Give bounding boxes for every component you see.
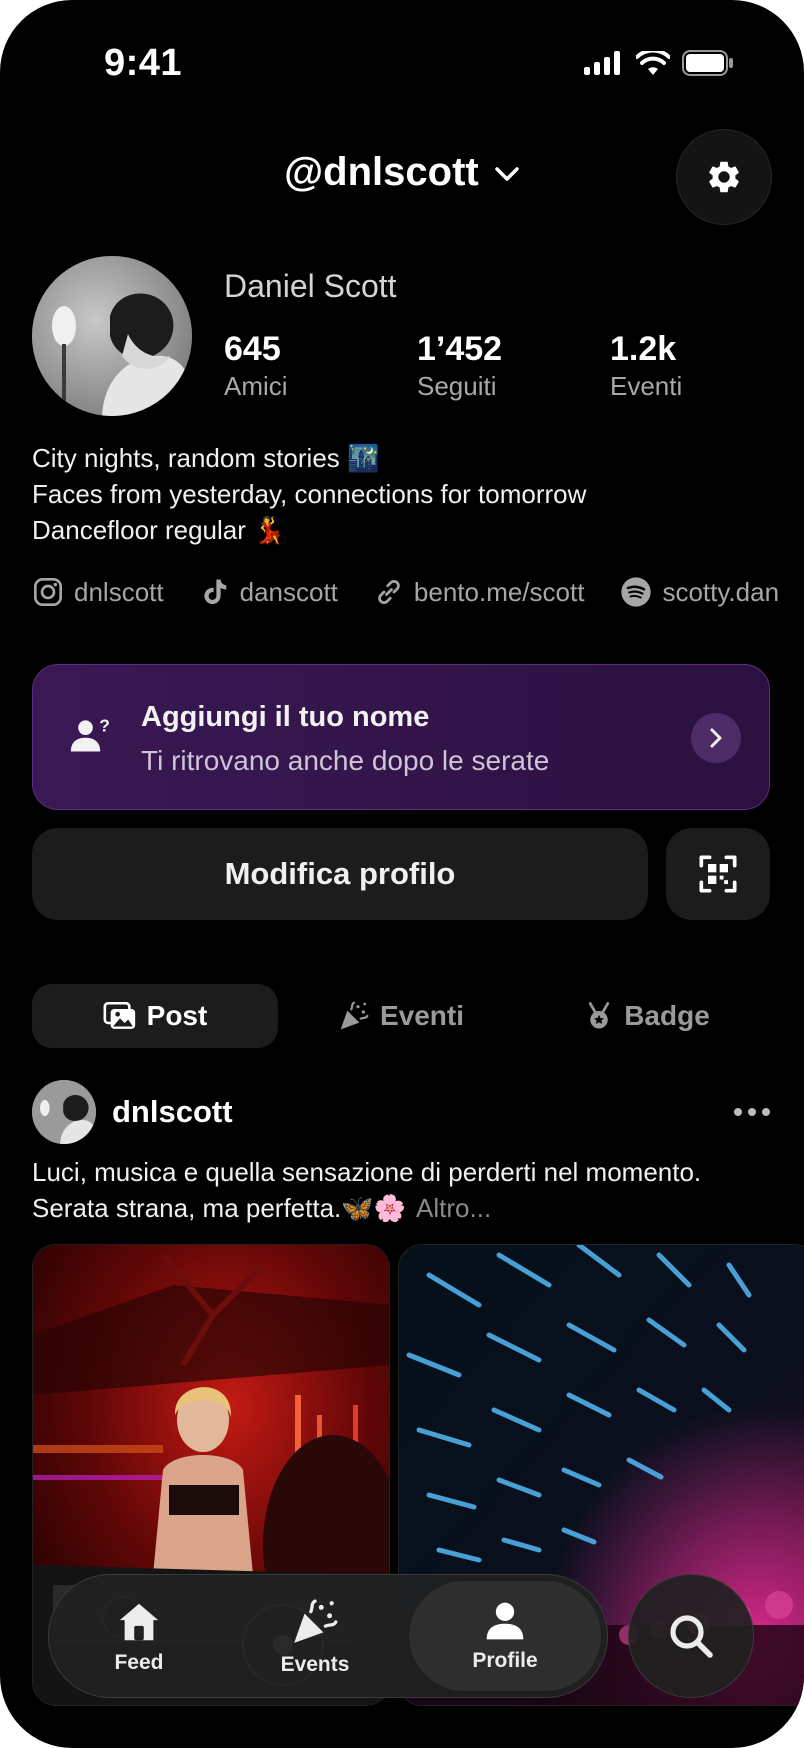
caption-more-link[interactable]: Altro... <box>416 1193 491 1223</box>
party-popper-icon <box>294 1599 338 1643</box>
stat-value: 645 <box>224 330 281 368</box>
link-instagram[interactable]: dnlscott <box>32 576 164 608</box>
post-username[interactable]: dnlscott <box>112 1094 233 1130</box>
battery-icon <box>682 50 733 76</box>
party-popper-icon <box>340 1001 369 1030</box>
qr-code-button[interactable] <box>666 828 770 920</box>
more-dot <box>762 1108 770 1116</box>
post-caption: Luci, musica e quella sensazione di perd… <box>32 1154 772 1226</box>
tab-label: Eventi <box>379 1000 465 1031</box>
nav-events[interactable]: Events <box>245 1575 385 1699</box>
qr-scan-icon <box>699 855 737 893</box>
instagram-icon <box>34 578 62 606</box>
profile-bio: City nights, random stories 🌃 Faces from… <box>32 440 586 548</box>
photos-icon <box>103 1002 135 1029</box>
stat-label: Seguiti <box>417 371 497 401</box>
gear-icon <box>709 161 739 193</box>
status-icons <box>584 50 734 76</box>
profile-handle: @dnlscott <box>284 150 479 194</box>
social-links: dnlscott danscott bento.me/scott scotty.… <box>32 576 804 608</box>
more-dot <box>734 1108 742 1116</box>
wifi-icon <box>636 51 670 75</box>
caption-line: Luci, musica e quella sensazione di perd… <box>32 1157 702 1187</box>
home-icon <box>119 1603 159 1641</box>
more-dot <box>748 1108 756 1116</box>
banner-title: Aggiungi il tuo nome <box>141 701 430 733</box>
nav-profile[interactable]: Profile <box>409 1581 601 1691</box>
nav-label: Feed <box>114 1651 164 1674</box>
search-icon <box>670 1615 713 1658</box>
link-website[interactable]: bento.me/scott <box>374 576 585 608</box>
stat-label: Eventi <box>610 371 683 401</box>
status-time: 9:41 <box>104 42 183 84</box>
nav-feed[interactable]: Feed <box>69 1575 209 1699</box>
link-icon <box>378 579 400 605</box>
tiktok-icon <box>203 579 226 605</box>
person-icon <box>486 1602 524 1640</box>
settings-button[interactable] <box>676 129 772 225</box>
stat-friends[interactable]: 645 Amici <box>224 330 288 402</box>
bio-line: Faces from yesterday, connections for to… <box>32 479 587 509</box>
bottom-nav: Feed Events Profile <box>48 1574 608 1698</box>
stat-events[interactable]: 1.2k Eventi <box>610 330 682 402</box>
person-question-icon: ? <box>70 715 110 752</box>
link-tiktok[interactable]: danscott <box>200 576 338 608</box>
avatar-photo <box>32 256 192 416</box>
link-text: danscott <box>239 576 338 607</box>
post-avatar[interactable] <box>32 1080 96 1144</box>
bio-line: City nights, random stories 🌃 <box>32 443 380 473</box>
stat-label: Amici <box>224 371 288 401</box>
add-name-banner[interactable]: ? Aggiungi il tuo nome Ti ritrovano anch… <box>32 664 770 810</box>
tab-eventi[interactable]: Eventi <box>278 984 524 1048</box>
tab-badge[interactable]: Badge <box>524 984 770 1048</box>
bio-line: Dancefloor regular 💃 <box>32 515 286 545</box>
avatar-photo <box>32 1080 96 1144</box>
post-more-button[interactable] <box>734 1108 770 1116</box>
caption-line-2: Serata strana, ma perfetta.🦋🌸 Altro... <box>32 1190 772 1226</box>
caption-line: Serata strana, ma perfetta.🦋🌸 <box>32 1193 407 1223</box>
banner-chevron-button[interactable] <box>691 713 741 763</box>
stat-following[interactable]: 1’452 Seguiti <box>417 330 502 402</box>
link-text: scotty.dan <box>662 576 780 607</box>
chevron-down-icon <box>495 167 519 182</box>
tab-label: Post <box>146 1000 208 1031</box>
signal-icon <box>584 51 620 75</box>
link-spotify[interactable]: scotty.dan <box>620 576 779 608</box>
nav-label: Events <box>280 1653 350 1676</box>
stat-value: 1’452 <box>417 330 503 368</box>
nav-label: Profile <box>472 1649 538 1672</box>
stat-value: 1.2k <box>610 330 677 368</box>
tab-post[interactable]: Post <box>32 984 278 1048</box>
spotify-icon <box>621 577 652 607</box>
chevron-right-icon <box>710 728 722 748</box>
phone-screen: 9:41 @dnlscott Daniel Scott 645 Amici 1’… <box>0 0 804 1748</box>
medal-icon <box>589 1002 610 1029</box>
link-text: bento.me/scott <box>413 576 585 607</box>
svg-text:?: ? <box>99 715 110 735</box>
tab-label: Badge <box>624 1000 710 1031</box>
edit-profile-button[interactable]: Modifica profilo <box>32 828 648 920</box>
search-button[interactable] <box>628 1574 754 1698</box>
profile-avatar[interactable] <box>32 256 192 416</box>
banner-subtitle: Ti ritrovano anche dopo le serate <box>141 745 550 776</box>
profile-name: Daniel Scott <box>224 268 397 304</box>
link-text: dnlscott <box>74 576 164 607</box>
